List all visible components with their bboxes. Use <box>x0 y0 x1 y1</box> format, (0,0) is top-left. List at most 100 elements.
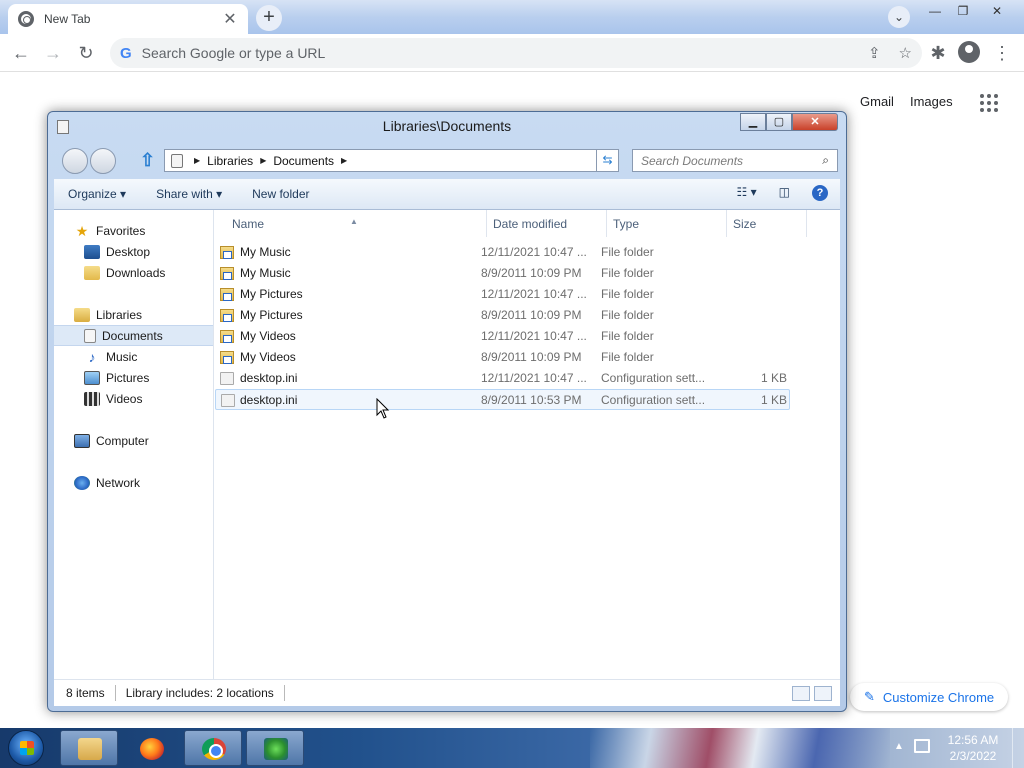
file-name: My Pictures <box>240 287 303 301</box>
organize-button[interactable]: Organize ▾ <box>68 187 126 201</box>
breadcrumb-chevron-icon[interactable]: ▶ <box>341 156 347 165</box>
omnibox[interactable]: G Search Google or type a URL ⇪ ☆ <box>110 38 922 68</box>
back-button[interactable]: ← <box>8 40 34 66</box>
taskbar-explorer-button[interactable] <box>60 730 118 766</box>
file-row[interactable]: My Pictures 8/9/2011 10:09 PM File folde… <box>215 305 790 326</box>
window-close-button[interactable]: ✕ <box>984 2 1010 20</box>
taskbar-firefox-button[interactable] <box>122 730 180 766</box>
window-minimize-button[interactable]: — <box>922 2 948 20</box>
nav-item-network[interactable]: Network <box>54 472 213 493</box>
status-view-toggles <box>792 686 832 701</box>
file-type: Configuration sett... <box>601 371 706 385</box>
breadcrumb-chevron-icon[interactable]: ▶ <box>194 156 200 165</box>
file-type: Configuration sett... <box>601 393 706 407</box>
explorer-forward-button[interactable] <box>90 148 116 174</box>
refresh-button[interactable]: ⇆ <box>596 149 619 172</box>
start-button[interactable] <box>8 730 44 766</box>
images-link[interactable]: Images <box>910 94 953 109</box>
taskbar: ▲ 12:56 AM 2/3/2022 <box>0 728 1024 768</box>
nav-item-pictures[interactable]: Pictures <box>54 367 213 388</box>
tab-search-button[interactable]: ⌄ <box>888 6 910 28</box>
google-g-icon: G <box>120 44 132 62</box>
file-type: File folder <box>601 245 654 259</box>
nav-label: Pictures <box>106 370 150 385</box>
window-restore-button[interactable]: ❐ <box>950 2 976 20</box>
nav-item-libraries[interactable]: Libraries <box>54 304 213 325</box>
show-desktop-button[interactable] <box>1012 728 1024 768</box>
large-icons-view-icon[interactable] <box>814 686 832 701</box>
breadcrumb-documents[interactable]: Documents <box>273 154 334 168</box>
share-icon[interactable]: ⇪ <box>868 44 881 62</box>
folder-shortcut-icon <box>220 267 234 280</box>
new-tab-button[interactable]: + <box>256 5 282 31</box>
bookmark-star-icon[interactable]: ☆ <box>899 44 912 62</box>
file-row[interactable]: My Videos 12/11/2021 10:47 ... File fold… <box>215 326 790 347</box>
nav-item-documents[interactable]: Documents <box>54 325 213 346</box>
folder-icon <box>78 738 102 760</box>
profile-avatar[interactable] <box>958 41 980 63</box>
taskbar-idm-button[interactable] <box>246 730 304 766</box>
forward-button[interactable]: → <box>40 40 66 66</box>
details-view-icon[interactable] <box>792 686 810 701</box>
explorer-window-controls: ▁ ▢ ✕ <box>740 113 838 131</box>
videos-icon <box>84 391 100 406</box>
command-bar: Organize ▾ Share with ▾ New folder ☷ ▾ ◫… <box>54 179 840 210</box>
view-options-button[interactable]: ☷ ▾ <box>737 185 757 201</box>
nav-label: Favorites <box>96 223 146 238</box>
nav-item-computer[interactable]: Computer <box>54 430 213 451</box>
file-row[interactable]: My Music 12/11/2021 10:47 ... File folde… <box>215 242 790 263</box>
file-row[interactable]: desktop.ini 12/11/2021 10:47 ... Configu… <box>215 368 790 389</box>
column-size[interactable]: Size <box>733 217 756 231</box>
reload-button[interactable]: ↻ <box>73 40 99 66</box>
explorer-minimize-button[interactable]: ▁ <box>740 113 766 131</box>
column-header-row: ▲ Name Date modified Type Size <box>215 210 807 237</box>
breadcrumb-chevron-icon[interactable]: ▶ <box>260 156 266 165</box>
show-hidden-icons-icon[interactable]: ▲ <box>894 741 904 752</box>
explorer-window: Libraries\Documents ▁ ▢ ✕ ⇧ ▶ Libraries … <box>47 111 847 712</box>
nav-item-music[interactable]: ♪ Music <box>54 346 213 367</box>
file-row[interactable]: My Pictures 12/11/2021 10:47 ... File fo… <box>215 284 790 305</box>
nav-label: Computer <box>96 433 149 448</box>
file-size: 1 KB <box>760 393 787 407</box>
network-tray-icon[interactable] <box>914 739 930 753</box>
breadcrumb-libraries[interactable]: Libraries <box>207 154 253 168</box>
column-date-modified[interactable]: Date modified <box>493 217 567 231</box>
nav-item-favorites[interactable]: ★ Favorites <box>54 220 213 241</box>
column-type[interactable]: Type <box>613 217 639 231</box>
file-name: desktop.ini <box>240 371 298 385</box>
system-clock[interactable]: 12:56 AM 2/3/2022 <box>940 732 1006 764</box>
share-with-button[interactable]: Share with ▾ <box>156 187 222 201</box>
customize-chrome-button[interactable]: ✎ Customize Chrome <box>850 683 1009 711</box>
search-input[interactable]: Search Documents ⌕ <box>632 149 838 172</box>
extensions-icon[interactable]: ✱ <box>925 40 951 66</box>
taskbar-chrome-button[interactable] <box>184 730 242 766</box>
sort-ascending-icon: ▲ <box>350 217 358 226</box>
explorer-close-button[interactable]: ✕ <box>792 113 838 131</box>
column-name[interactable]: Name <box>232 217 264 231</box>
tab-new-tab[interactable]: New Tab ✕ <box>8 4 248 34</box>
nav-label: Network <box>96 475 141 490</box>
up-arrow-icon[interactable]: ⇧ <box>140 150 155 171</box>
new-folder-button[interactable]: New folder <box>252 187 309 201</box>
explorer-maximize-button[interactable]: ▢ <box>766 113 792 131</box>
file-date: 12/11/2021 10:47 ... <box>481 245 587 259</box>
explorer-back-button[interactable] <box>62 148 88 174</box>
preview-pane-button[interactable]: ◫ <box>779 185 790 201</box>
help-icon[interactable]: ? <box>812 185 828 201</box>
file-row[interactable]: My Music 8/9/2011 10:09 PM File folder <box>215 263 790 284</box>
gmail-link[interactable]: Gmail <box>860 94 894 109</box>
nav-item-downloads[interactable]: Downloads <box>54 262 213 283</box>
tab-close-icon[interactable]: ✕ <box>222 9 238 29</box>
file-row[interactable]: My Videos 8/9/2011 10:09 PM File folder <box>215 347 790 368</box>
clock-date: 2/3/2022 <box>949 749 997 763</box>
nav-item-desktop[interactable]: Desktop <box>54 241 213 262</box>
library-locations-link[interactable]: Library includes: 2 locations <box>126 686 274 700</box>
address-bar[interactable]: ▶ Libraries ▶ Documents ▶ ▼ <box>164 149 690 172</box>
nav-item-videos[interactable]: Videos <box>54 388 213 409</box>
explorer-body: ★ Favorites Desktop Downloads Libraries … <box>54 210 840 679</box>
pencil-icon: ✎ <box>864 689 875 704</box>
file-row[interactable]: desktop.ini 8/9/2011 10:53 PM Configurat… <box>215 389 790 410</box>
chrome-menu-icon[interactable]: ⋮ <box>989 40 1015 66</box>
item-count: 8 items <box>66 686 105 700</box>
google-apps-icon[interactable] <box>980 94 998 112</box>
